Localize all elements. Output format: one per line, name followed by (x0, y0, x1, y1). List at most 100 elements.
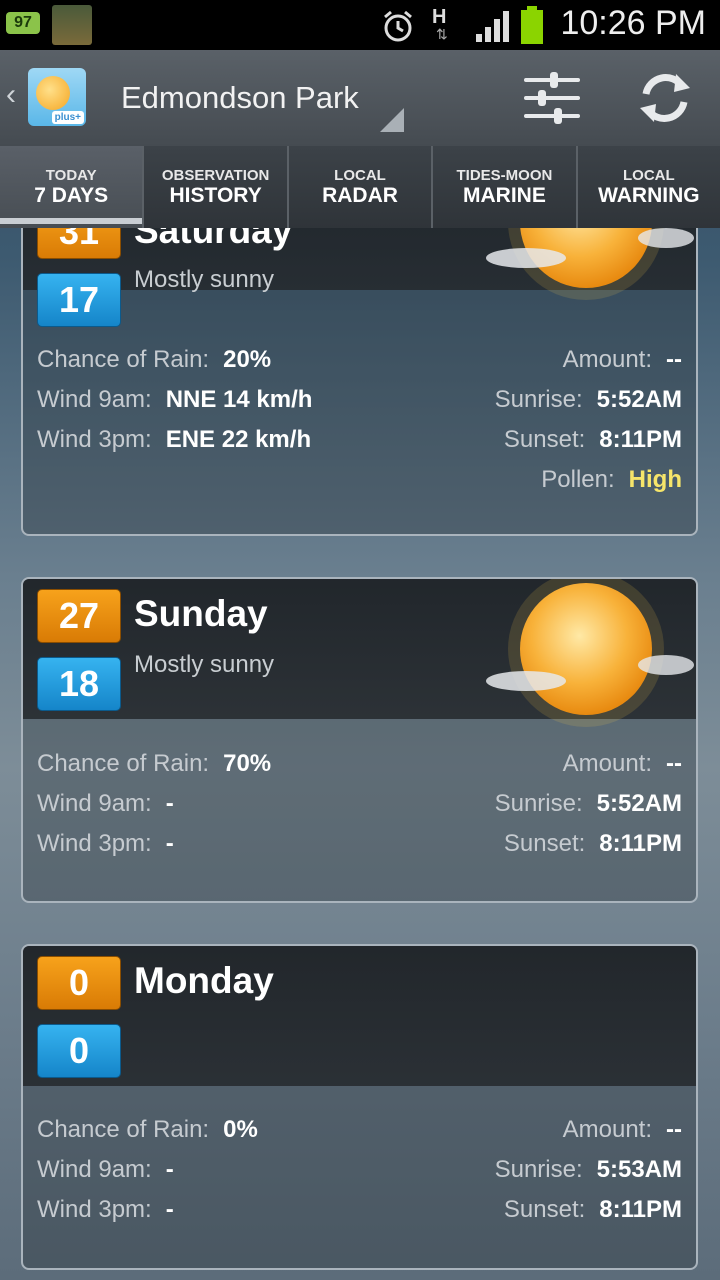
pollen-row: Pollen: High (541, 466, 682, 494)
forecast-card-saturday[interactable]: 31 17 Saturday Mostly sunny Chance of Ra… (21, 228, 698, 536)
sunset-row: Sunset: 8:11PM (504, 830, 682, 858)
wind-3pm-row: Wind 3pm: - (37, 1196, 174, 1224)
forecast-list[interactable]: 31 17 Saturday Mostly sunny Chance of Ra… (0, 228, 720, 1280)
data-arrows-icon: ⇅ (436, 26, 448, 42)
low-temp-badge: 17 (37, 273, 121, 327)
pollen-value: High (628, 466, 682, 493)
tab-label-line2: RADAR (322, 184, 398, 207)
status-bar: 97 H ⇅ 10:26 PM (0, 0, 720, 50)
wind-3pm-label: Wind 3pm: (37, 1196, 152, 1223)
wind-9am-label: Wind 9am: (37, 790, 152, 817)
wind-9am-value: - (165, 790, 174, 817)
day-name: Sunday (134, 593, 268, 634)
dropdown-triangle-icon[interactable] (380, 108, 404, 132)
chance-of-rain-row: Chance of Rain: 70% (37, 750, 271, 778)
tab-label-line2: 7 DAYS (34, 184, 109, 207)
wind-9am-label: Wind 9am: (37, 1156, 152, 1183)
amount-row: Amount: -- (563, 750, 682, 778)
sunrise-label: Sunrise: (494, 386, 583, 413)
card-header (23, 946, 696, 1086)
amount-value: -- (666, 1116, 682, 1143)
forecast-card-monday[interactable]: 0 0 Monday Chance of Rain: 0% Wind 9am: - … (21, 944, 698, 1270)
tab-tides-moon-marine[interactable]: TIDES-MOON MARINE (433, 146, 578, 228)
refresh-icon[interactable] (636, 68, 694, 128)
sunrise-value: 5:53AM (596, 1156, 682, 1183)
amount-label: Amount: (562, 346, 653, 373)
wind-3pm-row: Wind 3pm: ENE 22 km/h (37, 426, 311, 454)
back-chevron-icon[interactable]: ‹ (6, 78, 16, 112)
chance-of-rain-value: 20% (223, 346, 272, 373)
alarm-clock-icon (384, 10, 412, 42)
day-name: Saturday (134, 228, 293, 251)
tab-today-7-days[interactable]: TODAY 7 DAYS (0, 146, 145, 228)
chance-of-rain-value: 0% (223, 1116, 258, 1143)
chance-of-rain-label: Chance of Rain: (37, 750, 210, 777)
location-selector[interactable]: Edmondson Park (121, 80, 359, 116)
wind-9am-value: NNE 14 km/h (165, 386, 313, 413)
sunset-label: Sunset: (503, 426, 586, 453)
signal-icon (476, 11, 509, 42)
wind-3pm-row: Wind 3pm: - (37, 830, 174, 858)
chance-of-rain-value: 70% (223, 750, 272, 777)
amount-value: -- (666, 346, 682, 373)
amount-label: Amount: (562, 1116, 653, 1143)
tab-label-line2: HISTORY (169, 184, 262, 207)
action-bar: ‹ plus+ Edmondson Park (0, 50, 720, 147)
chance-of-rain-label: Chance of Rain: (37, 1116, 210, 1143)
tab-label-line1: TIDES-MOON (456, 167, 553, 184)
day-description: Mostly sunny (134, 266, 275, 293)
sunset-value: 8:11PM (599, 426, 682, 453)
tab-label-line1: LOCAL (334, 167, 386, 184)
tab-label-line1: LOCAL (622, 167, 675, 184)
wind-3pm-value: - (165, 1196, 174, 1223)
amount-row: Amount: -- (563, 1116, 682, 1144)
battery-badge: 97 (6, 12, 40, 34)
chance-of-rain-row: Chance of Rain: 20% (37, 346, 271, 374)
app-logo-icon[interactable]: plus+ (28, 68, 86, 126)
tab-label-line1: TODAY (45, 167, 97, 184)
sun-cloud-icon (486, 228, 694, 300)
clock: 10:26 PM (560, 4, 706, 42)
chance-of-rain-row: Chance of Rain: 0% (37, 1116, 258, 1144)
wind-3pm-value: ENE 22 km/h (165, 426, 312, 453)
sunrise-row: Sunrise: 5:53AM (495, 1156, 682, 1184)
low-temp-badge: 18 (37, 657, 121, 711)
amount-label: Amount: (562, 750, 653, 777)
high-temp-badge: 0 (37, 956, 121, 1010)
low-temp-badge: 0 (37, 1024, 121, 1078)
settings-sliders-icon[interactable] (522, 70, 582, 126)
day-name: Monday (134, 960, 274, 1001)
pollen-label: Pollen: (541, 466, 615, 493)
sunrise-value: 5:52AM (596, 386, 682, 413)
day-description: Mostly sunny (134, 651, 275, 678)
wind-9am-label: Wind 9am: (37, 386, 152, 413)
sunset-label: Sunset: (503, 830, 586, 857)
forecast-card-sunday[interactable]: 27 18 Sunday Mostly sunny Chance of Rain… (21, 577, 698, 903)
sunset-row: Sunset: 8:11PM (504, 1196, 682, 1224)
sunrise-row: Sunrise: 5:52AM (495, 790, 682, 818)
wind-9am-row: Wind 9am: - (37, 1156, 174, 1184)
tab-label-line2: WARNING (598, 184, 700, 207)
wind-3pm-value: - (165, 830, 174, 857)
chance-of-rain-label: Chance of Rain: (37, 346, 210, 373)
sun-cloud-icon (486, 579, 694, 727)
tab-local-radar[interactable]: LOCAL RADAR (289, 146, 434, 228)
tab-label-line1: OBSERVATION (161, 167, 270, 184)
high-temp-badge: 31 (37, 228, 121, 259)
tab-label-line2: MARINE (463, 184, 546, 207)
battery-icon (521, 6, 543, 44)
tab-bar: TODAY 7 DAYS OBSERVATION HISTORY LOCAL R… (0, 146, 720, 228)
sunset-value: 8:11PM (599, 830, 682, 857)
wind-3pm-label: Wind 3pm: (37, 830, 152, 857)
tab-observation-history[interactable]: OBSERVATION HISTORY (144, 146, 289, 228)
sunrise-row: Sunrise: 5:52AM (495, 386, 682, 414)
sunrise-value: 5:52AM (596, 790, 682, 817)
tab-local-warning[interactable]: LOCAL WARNING (578, 146, 720, 228)
sunrise-label: Sunrise: (494, 790, 583, 817)
wind-9am-value: - (165, 1156, 174, 1183)
amount-row: Amount: -- (563, 346, 682, 374)
app-badge: plus+ (51, 111, 84, 124)
high-temp-badge: 27 (37, 589, 121, 643)
wind-3pm-label: Wind 3pm: (37, 426, 152, 453)
sunset-value: 8:11PM (599, 1196, 682, 1223)
